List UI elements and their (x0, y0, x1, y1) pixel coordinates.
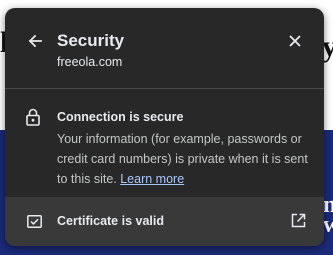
connection-status-title: Connection is secure (57, 110, 184, 124)
page-title: Security (57, 31, 125, 50)
popup-header: Security freeola.com (5, 8, 324, 88)
close-icon (289, 35, 301, 47)
arrow-left-icon (28, 34, 42, 48)
security-popup: Security freeola.com Connection is secur… (5, 8, 324, 246)
certificate-icon (27, 215, 42, 228)
certificate-label: Certificate is valid (57, 214, 164, 228)
open-in-new-icon[interactable] (291, 213, 306, 228)
learn-more-link[interactable]: Learn more (120, 172, 184, 186)
site-domain: freeola.com (57, 55, 123, 69)
back-button[interactable] (22, 28, 48, 54)
connection-description: Your information (for example, passwords… (57, 129, 315, 189)
lock-icon (26, 108, 40, 126)
close-button[interactable] (282, 28, 308, 54)
certificate-row[interactable]: Certificate is valid (5, 197, 324, 246)
connection-section: Connection is secure Your information (f… (5, 89, 324, 197)
background-text-right-bottom: w (323, 212, 333, 238)
